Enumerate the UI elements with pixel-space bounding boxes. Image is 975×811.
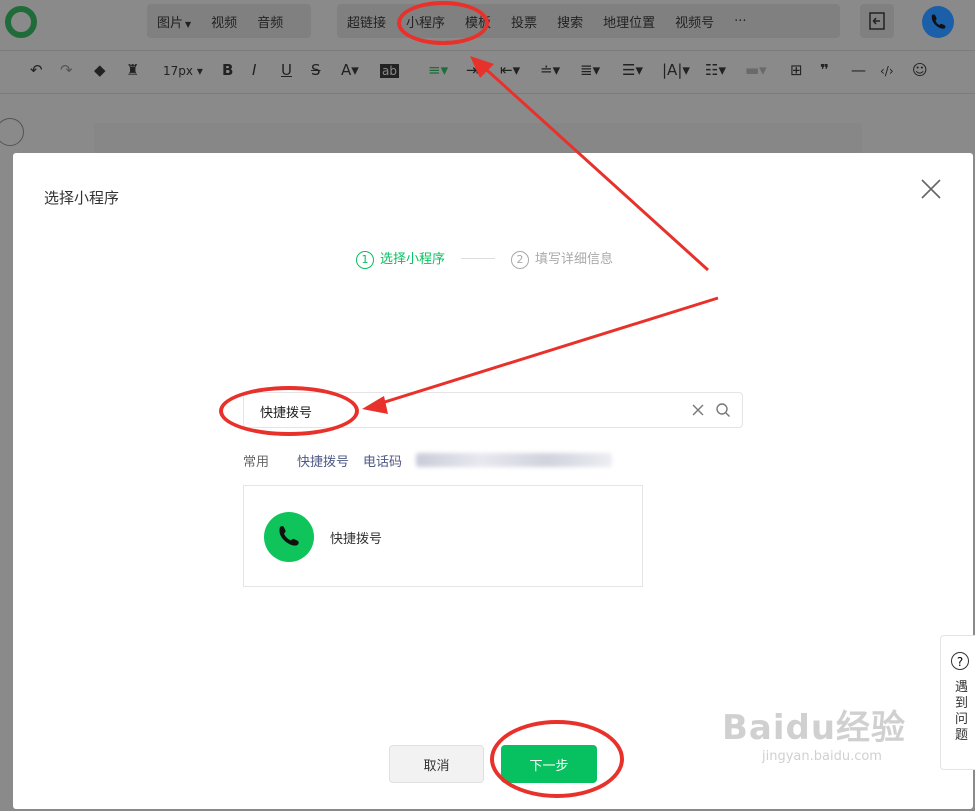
arrow-line-to-menu [476,60,710,272]
arrow-line-to-search [371,296,719,408]
help-widget[interactable]: ? 遇到问题 [940,635,975,770]
arrow-head-to-search [362,396,388,414]
watermark: Baidu经验 jingyan.baidu.com [722,708,907,764]
question-icon: ? [951,652,969,670]
help-text: 遇到问题 [955,680,969,743]
annotation-arrows [362,56,719,414]
